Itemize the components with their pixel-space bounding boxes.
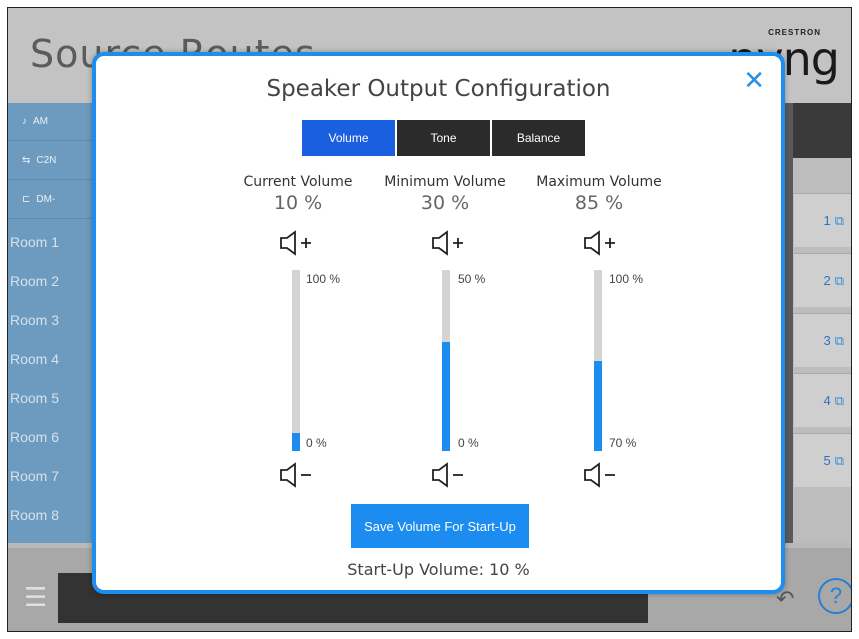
source-item-2[interactable]: ⇆ C2N [8,142,98,180]
room-item[interactable]: Room 6 [10,429,59,445]
output-number: 5 [823,453,831,468]
source-label: AM [33,116,48,127]
startup-volume-text: Start-Up Volume: 10 % [347,560,530,579]
room-item[interactable]: Room 3 [10,312,59,328]
speaker-plus-icon [584,230,615,256]
output-item-3[interactable]: 3 ⧉ [794,313,851,367]
source-label: C2N [36,155,57,166]
tab-balance[interactable]: Balance [492,120,585,156]
external-link-icon: ⧉ [834,452,844,468]
room-item[interactable]: Room 5 [10,390,59,406]
config-tabs: Volume Tone Balance [302,120,585,156]
maximum-volume-max-label: 100 % [609,272,644,286]
output-number: 4 [823,393,831,408]
close-icon[interactable]: ✕ [743,66,765,96]
minimum-volume-min-label: 0 % [458,436,479,450]
current-volume-down-button[interactable] [279,462,315,488]
maximum-volume-label: Maximum Volume [536,174,662,190]
maximum-volume-up-button[interactable] [583,230,619,256]
current-volume-slider[interactable] [292,270,300,451]
minimum-volume-max-label: 50 % [458,272,486,286]
output-item-4[interactable]: 4 ⧉ [794,373,851,427]
minimum-volume-down-button[interactable] [431,462,467,488]
maximum-volume-down-button[interactable] [583,462,619,488]
maximum-volume-min-label: 70 % [609,436,637,450]
minimum-volume-value: 30 % [420,192,470,214]
room-item[interactable]: Room 7 [10,468,59,484]
source-item-3[interactable]: ⊏ DM- [8,181,98,219]
current-volume-max-label: 100 % [306,272,341,286]
minimum-volume-column: Minimum Volume 30 % [375,174,515,214]
speaker-plus-icon [280,230,311,256]
maximum-volume-value: 85 % [574,192,624,214]
dm-icon: ⊏ [22,194,31,205]
output-item-5[interactable]: 5 ⧉ [794,433,851,487]
speaker-output-dialog: Speaker Output Configuration ✕ Volume To… [92,52,785,594]
maximum-volume-column: Maximum Volume 85 % [529,174,669,214]
speaker-plus-icon [432,230,463,256]
external-link-icon: ⧉ [834,332,844,348]
current-volume-value: 10 % [273,192,323,214]
external-link-icon: ⧉ [834,272,844,288]
output-item-1[interactable]: 1 ⧉ [794,193,851,247]
dialog-title: Speaker Output Configuration [266,76,611,102]
network-icon: ⇆ [22,155,31,166]
current-volume-min-label: 0 % [306,436,327,450]
minimum-volume-label: Minimum Volume [384,174,506,190]
speaker-minus-icon [432,462,463,488]
source-label: DM- [36,194,56,205]
music-icon: ♪ [22,116,27,127]
current-volume-fill [292,432,300,451]
output-number: 3 [823,333,831,348]
speaker-minus-icon [584,462,615,488]
current-volume-up-button[interactable] [279,230,315,256]
room-item[interactable]: Room 2 [10,273,59,289]
speaker-minus-icon [280,462,311,488]
room-item[interactable]: Room 1 [10,234,59,250]
minimum-volume-up-button[interactable] [431,230,467,256]
hamburger-menu-icon[interactable]: ☰ [24,582,47,613]
external-link-icon: ⧉ [834,392,844,408]
output-item-2[interactable]: 2 ⧉ [794,253,851,307]
external-link-icon: ⧉ [834,212,844,228]
maximum-volume-fill [594,360,602,451]
minimum-volume-fill [442,342,450,451]
minimum-volume-slider[interactable] [442,270,450,451]
output-number: 2 [823,273,831,288]
help-button[interactable]: ? [818,578,851,614]
output-number: 1 [823,213,831,228]
save-startup-volume-button[interactable]: Save Volume For Start-Up [351,504,529,548]
tab-volume[interactable]: Volume [302,120,395,156]
maximum-volume-slider[interactable] [594,270,602,451]
tab-tone[interactable]: Tone [397,120,490,156]
room-item[interactable]: Room 8 [10,507,59,523]
room-item[interactable]: Room 4 [10,351,59,367]
source-item-1[interactable]: ♪ AM [8,103,98,141]
current-volume-column: Current Volume 10 % [228,174,368,214]
current-volume-label: Current Volume [243,174,353,190]
output-column-header [793,103,851,158]
